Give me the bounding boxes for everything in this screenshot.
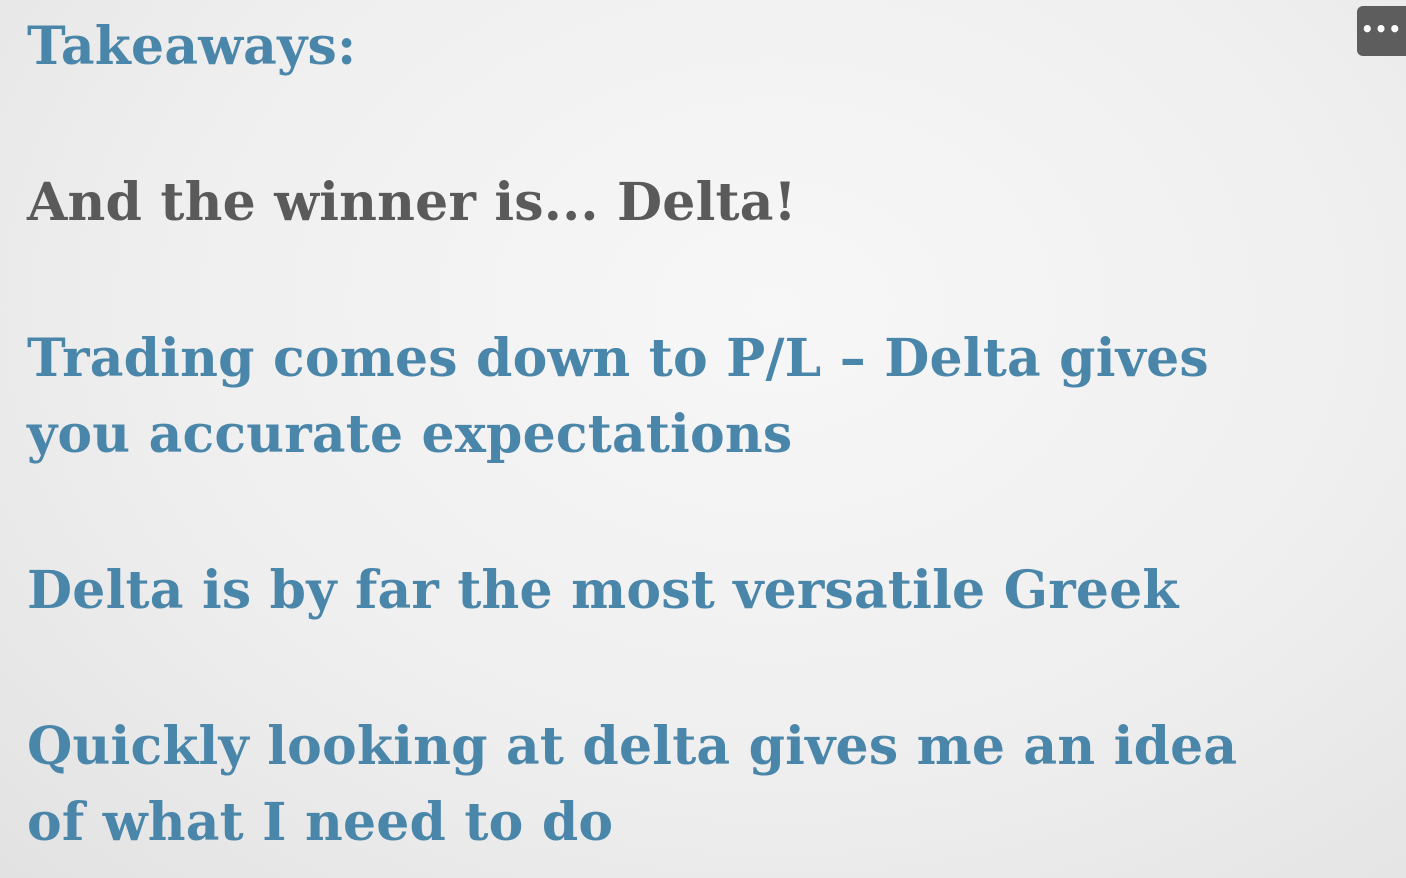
takeaway-3-line-1: Quickly looking at delta gives me an ide… bbox=[27, 716, 1238, 777]
takeaway-1-line-1: Trading comes down to P/L – Delta gives bbox=[27, 328, 1209, 389]
winner-heading: And the winner is... Delta! bbox=[27, 172, 797, 233]
more-options-icon: ••• bbox=[1360, 17, 1403, 41]
slide: Takeaways: And the winner is... Delta! T… bbox=[0, 0, 1406, 878]
takeaway-1-line-2: you accurate expectations bbox=[27, 404, 793, 465]
more-options-button[interactable]: ••• bbox=[1357, 6, 1406, 56]
slide-title: Takeaways: bbox=[27, 16, 357, 77]
takeaway-3-line-2: of what I need to do bbox=[27, 792, 614, 853]
takeaway-2: Delta is by far the most versatile Greek bbox=[27, 560, 1179, 621]
